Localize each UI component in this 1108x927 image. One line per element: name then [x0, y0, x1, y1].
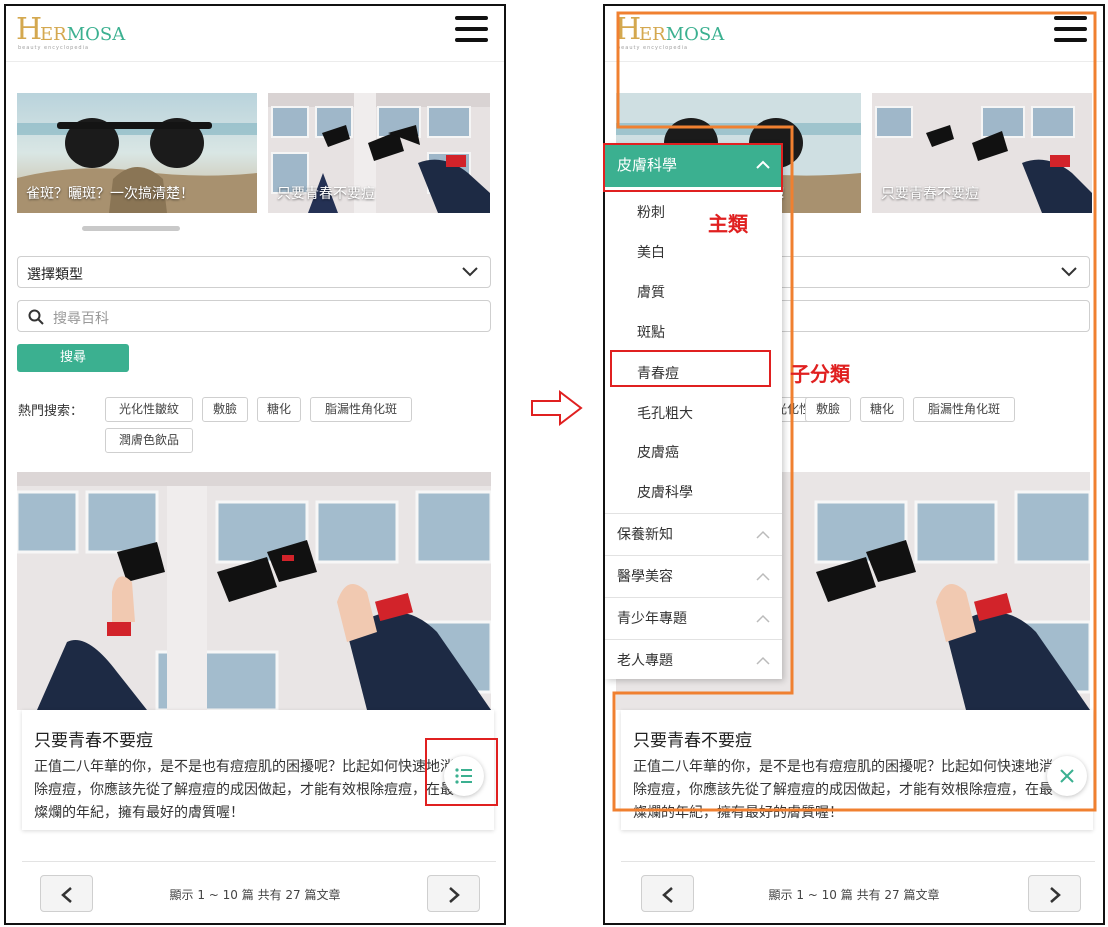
annotation-label: 主類: [708, 212, 748, 236]
annotation-label: 子分類: [790, 362, 850, 386]
highlight-box: [610, 350, 771, 387]
annotation-outline: [612, 11, 1097, 812]
highlight-box: [603, 143, 783, 192]
